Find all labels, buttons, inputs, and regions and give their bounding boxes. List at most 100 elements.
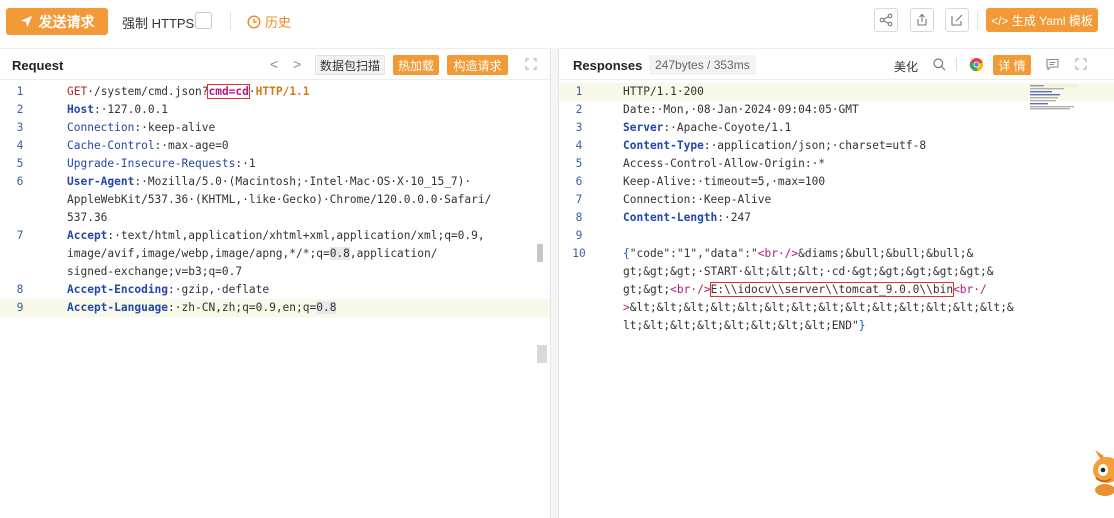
code-line[interactable]: 9: [559, 227, 1114, 245]
expand-icon[interactable]: [525, 58, 537, 70]
line-number: 8: [16, 283, 24, 296]
code-line[interactable]: 3 Server:·Apache-Coyote/1.1: [559, 119, 1114, 137]
code-line[interactable]: gt;&gt;&gt;·START·&lt;&lt;&lt;·cd·&gt;&g…: [559, 263, 1114, 281]
code-line[interactable]: 2 Host:·127.0.0.1: [0, 101, 550, 119]
line-text: Connection:·keep-alive: [67, 119, 215, 137]
generate-yaml-button[interactable]: </> 生成 Yaml 模板: [986, 8, 1098, 32]
response-expand-icon[interactable]: [1075, 58, 1087, 70]
line-text: Host:·127.0.0.1: [67, 101, 168, 119]
line-text: gt;&gt;&gt;·START·&lt;&lt;&lt;·cd·&gt;&g…: [623, 263, 993, 281]
code-token: cmd=cd: [207, 84, 250, 99]
code-line[interactable]: 6 User-Agent:·Mozilla/5.0·(Macintosh;·Int…: [0, 173, 550, 191]
code-line[interactable]: 4 Cache-Control:·max-age=0: [0, 137, 550, 155]
search-icon[interactable]: [932, 57, 947, 72]
mascot-icon[interactable]: [1087, 448, 1114, 496]
code-line[interactable]: 5 Access-Control-Allow-Origin:·*: [559, 155, 1114, 173]
code-token: Connection: [67, 121, 135, 134]
line-number: 6: [575, 175, 583, 188]
details-button[interactable]: 详 情: [993, 55, 1031, 75]
code-token: Cache-Control: [67, 139, 155, 152]
line-text: User-Agent:·Mozilla/5.0·(Macintosh;·Inte…: [67, 173, 471, 191]
code-line[interactable]: 7 Connection:·Keep-Alive: [559, 191, 1114, 209]
code-line[interactable]: signed-exchange;v=b3;q=0.7: [0, 263, 550, 281]
code-token: &diams;&bull;&bull;&bull;&: [798, 247, 974, 260]
line-text: {"code":"1","data":"<br·/>&diams;&bull;&…: [623, 245, 973, 263]
share-button[interactable]: [874, 8, 898, 32]
code-line[interactable]: 1 GET·/system/cmd.json?cmd=cd·HTTP/1.1: [0, 83, 550, 101]
beautify-button[interactable]: 美化: [894, 58, 918, 75]
code-line[interactable]: 9 Accept-Language:·zh-CN,zh;q=0.9,en;q=0.…: [0, 299, 550, 317]
code-token: >: [623, 301, 630, 314]
line-text: lt;&lt;&lt;&lt;&lt;&lt;&lt;&lt;END"}: [623, 317, 866, 335]
request-panel: Request < > 数据包扫描 热加载 构造请求 1 GET·/system/…: [0, 48, 551, 518]
response-title: Responses: [573, 58, 643, 73]
code-line[interactable]: 6 Keep-Alive:·timeout=5,·max=100: [559, 173, 1114, 191]
chrome-icon[interactable]: [969, 57, 984, 72]
code-line[interactable]: 5 Upgrade-Insecure-Requests:·1: [0, 155, 550, 173]
code-token: }: [858, 319, 866, 332]
request-editor[interactable]: 1 GET·/system/cmd.json?cmd=cd·HTTP/1.1 2 Ho…: [0, 83, 550, 317]
prev-request-button[interactable]: <: [270, 56, 278, 72]
request-scrollbar[interactable]: [537, 244, 543, 262]
line-text: gt;&gt;<br·/>E:\\idocv\\server\\tomcat_9…: [623, 281, 987, 299]
code-token: HTTP/1.1: [255, 85, 310, 98]
response-meta-badge: 247bytes / 353ms: [649, 55, 756, 75]
code-line[interactable]: 537.36: [0, 209, 550, 227]
code-token: 0.8: [329, 247, 350, 260]
line-text: HTTP/1.1·200: [623, 83, 704, 101]
toolbar-divider: [230, 12, 231, 30]
code-line[interactable]: lt;&lt;&lt;&lt;&lt;&lt;&lt;&lt;END"}: [559, 317, 1114, 335]
comment-icon[interactable]: [1045, 57, 1060, 72]
line-number: 5: [16, 157, 24, 170]
code-token: :·text/html,application/xhtml+xml,applic…: [107, 229, 485, 242]
code-token: Server: [623, 121, 664, 134]
request-title: Request: [12, 58, 64, 73]
toolbar-divider-right: [977, 12, 978, 30]
send-request-label: 发送请求: [38, 13, 95, 30]
packet-scan-label: 数据包扫描: [319, 58, 380, 73]
build-request-button[interactable]: 构造请求: [447, 55, 508, 75]
line-text: Access-Control-Allow-Origin:·*: [623, 155, 825, 173]
code-line[interactable]: 3 Connection:·keep-alive: [0, 119, 550, 137]
code-line[interactable]: 10 {"code":"1","data":"<br·/>&diams;&bull…: [559, 245, 1114, 263]
next-request-button[interactable]: >: [293, 56, 301, 72]
send-request-button[interactable]: 发送请求: [6, 8, 108, 35]
code-line[interactable]: 8 Content-Length:·247: [559, 209, 1114, 227]
code-line[interactable]: >&lt;&lt;&lt;&lt;&lt;&lt;&lt;&lt;&lt;&lt…: [559, 299, 1114, 317]
header-divider: [956, 58, 957, 71]
packet-scan-button[interactable]: 数据包扫描: [315, 55, 385, 75]
force-https-checkbox[interactable]: [195, 12, 212, 29]
response-viewer[interactable]: 1 HTTP/1.1·200 2 Date:·Mon,·08·Jan·2024·09:…: [559, 83, 1114, 335]
export-icon: [917, 13, 927, 26]
line-text: Content-Length:·247: [623, 209, 751, 227]
code-line[interactable]: AppleWebKit/537.36·(KHTML,·like·Gecko)·C…: [0, 191, 550, 209]
request-header: Request < > 数据包扫描 热加载 构造请求: [0, 49, 550, 80]
code-token: HTTP/1.1·200: [623, 85, 704, 98]
response-minimap[interactable]: [1030, 84, 1078, 110]
line-number: 10: [572, 247, 586, 260]
line-text: GET·/system/cmd.json?cmd=cd·HTTP/1.1: [67, 83, 310, 101]
export-button[interactable]: [910, 8, 934, 32]
response-header: Responses 247bytes / 353ms 美化 详 情: [559, 49, 1114, 80]
code-token: 0.8: [316, 301, 337, 314]
line-text: signed-exchange;v=b3;q=0.7: [67, 263, 242, 281]
hot-load-label: 热加载: [397, 58, 434, 73]
code-line[interactable]: image/avif,image/webp,image/apng,*/*;q=0…: [0, 245, 550, 263]
code-line[interactable]: 8 Accept-Encoding:·gzip,·deflate: [0, 281, 550, 299]
code-line[interactable]: 4 Content-Type:·application/json;·charset…: [559, 137, 1114, 155]
details-label: 详 情: [998, 58, 1026, 73]
panel-splitter[interactable]: [551, 48, 558, 518]
code-token: :·zh-CN,zh;q=0.9,en;q=: [168, 301, 317, 314]
force-https-label: 强制 HTTPS: [122, 16, 195, 31]
code-token: "code":"1","data":": [629, 247, 758, 260]
code-line[interactable]: gt;&gt;<br·/>E:\\idocv\\server\\tomcat_9…: [559, 281, 1114, 299]
history-button[interactable]: 历史: [247, 12, 291, 31]
hot-load-button[interactable]: 热加载: [393, 55, 439, 75]
line-text: AppleWebKit/537.36·(KHTML,·like·Gecko)·C…: [67, 191, 491, 209]
code-line[interactable]: 7 Accept:·text/html,application/xhtml+xml…: [0, 227, 550, 245]
line-text: image/avif,image/webp,image/apng,*/*;q=0…: [67, 245, 437, 263]
line-number: 3: [575, 121, 583, 134]
edit-button[interactable]: [945, 8, 969, 32]
code-token: :·max-age=0: [154, 139, 229, 152]
code-token: &lt;&lt;&lt;&lt;&lt;&lt;&lt;&lt;&lt;&lt;…: [629, 301, 1014, 314]
